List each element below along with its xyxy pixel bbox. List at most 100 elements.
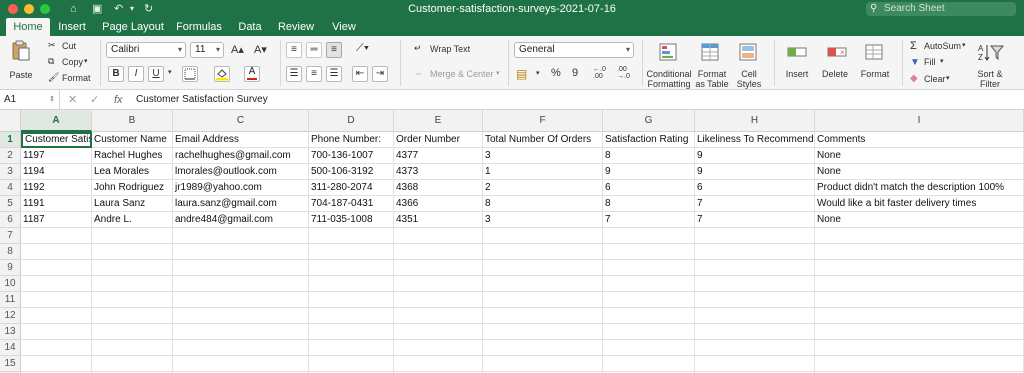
cell-h5[interactable]: 7 xyxy=(695,196,815,212)
cell-e4[interactable]: 4368 xyxy=(394,180,483,196)
cell-e10[interactable] xyxy=(394,276,483,292)
cell-b8[interactable] xyxy=(92,244,173,260)
cell-f8[interactable] xyxy=(483,244,603,260)
cell-e8[interactable] xyxy=(394,244,483,260)
cell-e15[interactable] xyxy=(394,356,483,372)
format-as-table-icon[interactable] xyxy=(700,42,722,62)
percent-button[interactable]: % xyxy=(551,67,561,79)
cell-f10[interactable] xyxy=(483,276,603,292)
cell-a1[interactable]: Customer Satis xyxy=(21,132,92,148)
cut-button[interactable]: Cut xyxy=(62,41,76,51)
cell-h7[interactable] xyxy=(695,228,815,244)
cell-b13[interactable] xyxy=(92,324,173,340)
cell-f9[interactable] xyxy=(483,260,603,276)
fill-color-button[interactable] xyxy=(214,66,230,82)
cell-g1[interactable]: Satisfaction Rating xyxy=(603,132,695,148)
cell-h3[interactable]: 9 xyxy=(695,164,815,180)
cell-c7[interactable] xyxy=(173,228,309,244)
cell-b10[interactable] xyxy=(92,276,173,292)
cell-g9[interactable] xyxy=(603,260,695,276)
cell-a3[interactable]: 1194 xyxy=(21,164,92,180)
cell-d13[interactable] xyxy=(309,324,394,340)
formula-input[interactable]: Customer Satisfaction Survey xyxy=(136,90,268,110)
cell-i10[interactable] xyxy=(815,276,1024,292)
cell-e3[interactable]: 4373 xyxy=(394,164,483,180)
cell-c10[interactable] xyxy=(173,276,309,292)
cell-f14[interactable] xyxy=(483,340,603,356)
column-header-f[interactable]: F xyxy=(483,110,603,132)
row-header-5[interactable]: 5 xyxy=(0,196,21,212)
cell-e1[interactable]: Order Number xyxy=(394,132,483,148)
conditional-formatting-icon[interactable] xyxy=(658,42,680,62)
autosum-dropdown-icon[interactable]: ▾ xyxy=(962,41,966,49)
cell-i1[interactable]: Comments xyxy=(815,132,1024,148)
insert-function-button[interactable]: fx xyxy=(114,90,123,110)
cell-g3[interactable]: 9 xyxy=(603,164,695,180)
cell-c14[interactable] xyxy=(173,340,309,356)
cell-d7[interactable] xyxy=(309,228,394,244)
decrease-font-icon[interactable]: A▾ xyxy=(254,43,267,56)
delete-cells-icon[interactable]: × xyxy=(826,42,848,62)
cell-b7[interactable] xyxy=(92,228,173,244)
cell-f2[interactable]: 3 xyxy=(483,148,603,164)
cell-b6[interactable]: Andre L. xyxy=(92,212,173,228)
cell-a7[interactable] xyxy=(21,228,92,244)
align-right-button[interactable]: ☰ xyxy=(326,66,342,82)
tab-insert[interactable]: Insert xyxy=(54,18,90,36)
row-header-2[interactable]: 2 xyxy=(0,148,21,164)
cell-f4[interactable]: 2 xyxy=(483,180,603,196)
cell-d6[interactable]: 711-035-1008 xyxy=(309,212,394,228)
cell-a10[interactable] xyxy=(21,276,92,292)
tab-page-layout[interactable]: Page Layout xyxy=(100,18,166,36)
cell-h14[interactable] xyxy=(695,340,815,356)
cell-i4[interactable]: Product didn't match the description 100… xyxy=(815,180,1024,196)
cell-d12[interactable] xyxy=(309,308,394,324)
cell-i7[interactable] xyxy=(815,228,1024,244)
copy-icon[interactable]: ⧉ xyxy=(48,56,54,67)
column-header-i[interactable]: I xyxy=(815,110,1024,132)
underline-button[interactable]: U xyxy=(148,66,164,82)
cell-a11[interactable] xyxy=(21,292,92,308)
cell-d11[interactable] xyxy=(309,292,394,308)
row-header-12[interactable]: 12 xyxy=(0,308,21,324)
fill-dropdown-icon[interactable]: ▾ xyxy=(940,57,944,65)
cell-h6[interactable]: 7 xyxy=(695,212,815,228)
cell-i11[interactable] xyxy=(815,292,1024,308)
cell-d8[interactable] xyxy=(309,244,394,260)
cell-i12[interactable] xyxy=(815,308,1024,324)
cell-styles-icon[interactable] xyxy=(738,42,760,62)
cell-g11[interactable] xyxy=(603,292,695,308)
font-size-select[interactable]: 11 ▾ xyxy=(190,42,224,58)
cell-i14[interactable] xyxy=(815,340,1024,356)
cell-styles-button[interactable]: Cell Styles xyxy=(732,69,766,89)
cell-e7[interactable] xyxy=(394,228,483,244)
cell-d10[interactable] xyxy=(309,276,394,292)
row-header-13[interactable]: 13 xyxy=(0,324,21,340)
cell-a2[interactable]: 1197 xyxy=(21,148,92,164)
conditional-formatting-button[interactable]: Conditional Formatting xyxy=(646,69,692,89)
cell-c3[interactable]: lmorales@outlook.com xyxy=(173,164,309,180)
cell-b9[interactable] xyxy=(92,260,173,276)
spreadsheet-grid[interactable]: A B C D E F G H I 1 Customer Satis Customer Name Ema… xyxy=(0,110,1024,373)
tab-formulas[interactable]: Formulas xyxy=(174,18,224,36)
fill-button[interactable]: Fill xyxy=(924,57,936,67)
column-header-c[interactable]: C xyxy=(173,110,309,132)
borders-button[interactable] xyxy=(182,66,198,82)
cell-i9[interactable] xyxy=(815,260,1024,276)
cell-b2[interactable]: Rachel Hughes xyxy=(92,148,173,164)
underline-dropdown-icon[interactable]: ▾ xyxy=(168,68,172,76)
row-header-3[interactable]: 3 xyxy=(0,164,21,180)
cell-f11[interactable] xyxy=(483,292,603,308)
cell-i8[interactable] xyxy=(815,244,1024,260)
cell-g8[interactable] xyxy=(603,244,695,260)
italic-button[interactable]: I xyxy=(128,66,144,82)
cell-a14[interactable] xyxy=(21,340,92,356)
tab-home[interactable]: Home xyxy=(6,18,50,36)
cell-g13[interactable] xyxy=(603,324,695,340)
column-header-d[interactable]: D xyxy=(309,110,394,132)
cell-g15[interactable] xyxy=(603,356,695,372)
cell-h11[interactable] xyxy=(695,292,815,308)
currency-icon[interactable]: ▤ xyxy=(516,67,527,81)
sort-filter-button[interactable]: Sort & Filter xyxy=(970,69,1010,89)
cell-e14[interactable] xyxy=(394,340,483,356)
